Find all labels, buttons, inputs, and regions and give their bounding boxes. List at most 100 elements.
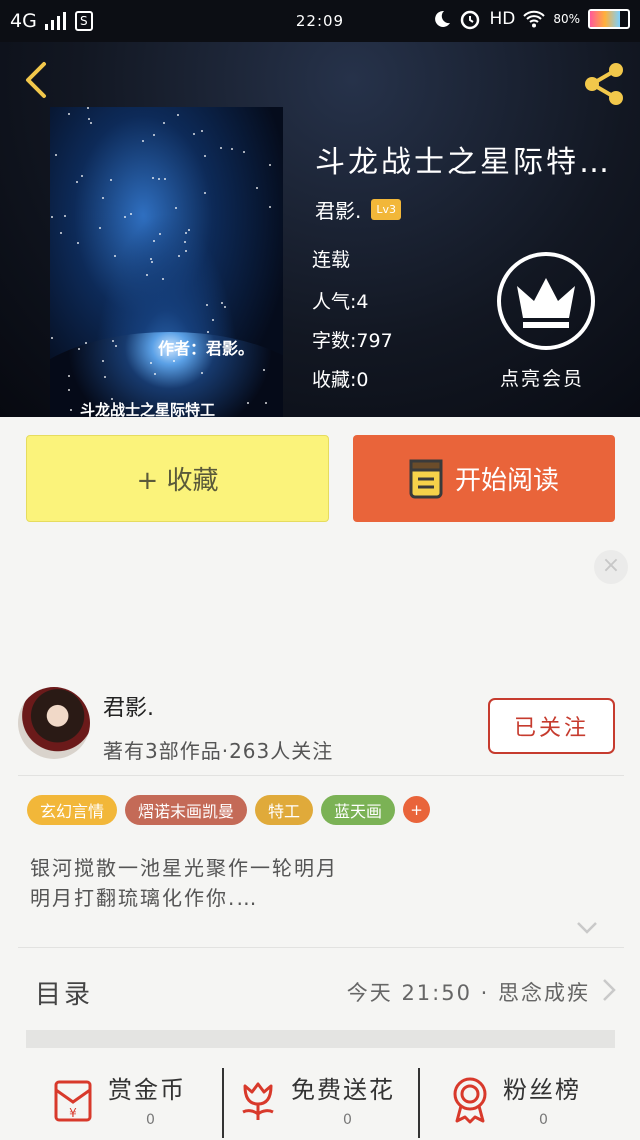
cover-star <box>78 348 80 350</box>
summary-line: 银河搅散一池星光聚作一轮明月 <box>30 856 338 880</box>
latest-chapter: 今天 21:50 · 思念成疾 <box>346 981 590 1005</box>
cover-star <box>89 407 91 409</box>
send-flower-button[interactable]: 免费送花 0 <box>233 1060 433 1140</box>
cover-star <box>153 240 155 242</box>
book-popularity: 人气:4 <box>312 291 369 313</box>
divider <box>18 947 624 948</box>
cover-star <box>221 302 223 304</box>
cover-star <box>112 340 114 342</box>
cover-star <box>247 402 249 404</box>
book-author[interactable]: 君影. <box>315 195 361 224</box>
catalog-row[interactable]: 目录 今天 21:50 · 思念成疾 <box>0 950 640 1030</box>
cover-star <box>68 375 70 377</box>
cover-star <box>90 122 92 124</box>
reward-coins-button[interactable]: ¥ 赏金币 0 <box>50 1060 250 1140</box>
cover-star <box>88 118 90 120</box>
cover-star <box>175 207 177 209</box>
red-envelope-icon: ¥ <box>54 1080 92 1122</box>
close-icon[interactable]: × <box>594 550 628 584</box>
tag-item[interactable]: 蓝天画 <box>321 795 396 825</box>
follow-button[interactable]: 已关注 <box>488 698 615 754</box>
cover-star <box>173 360 175 362</box>
cover-star <box>102 360 104 362</box>
book-summary[interactable]: 银河搅散一池星光聚作一轮明月 明月打翻琉璃化作你.… <box>30 853 590 913</box>
cover-star <box>51 337 53 339</box>
medal-icon <box>453 1077 487 1124</box>
book-word-count: 字数:797 <box>312 330 393 352</box>
cover-star <box>177 114 179 116</box>
book-author-row: 君影. Lv3 <box>315 195 401 224</box>
collect-button[interactable]: + 收藏 <box>26 435 329 522</box>
cover-star <box>153 134 155 136</box>
vip-label[interactable]: 点亮会员 <box>500 364 584 391</box>
cover-star <box>269 164 271 166</box>
cover-star <box>204 192 206 194</box>
book-favorites: 收藏:0 <box>312 369 369 391</box>
share-icon[interactable] <box>580 60 628 108</box>
cover-star <box>193 133 195 135</box>
battery-icon <box>588 9 630 29</box>
cover-star <box>70 409 72 411</box>
cover-star <box>178 255 180 257</box>
alarm-icon <box>461 10 480 30</box>
chevron-down-icon[interactable] <box>576 920 598 936</box>
cover-star <box>220 147 222 149</box>
tag-item[interactable]: 玄幻言情 <box>27 795 118 825</box>
start-reading-label: 开始阅读 <box>454 466 559 496</box>
cover-star <box>265 402 267 404</box>
author-name[interactable]: 君影. <box>103 690 154 722</box>
bottom-label: 粉丝榜 <box>503 1076 581 1104</box>
cover-star <box>124 216 126 218</box>
flower-icon <box>242 1082 274 1120</box>
bottom-bar: ¥ 赏金币 0 免费送花 0 粉丝榜 0 <box>0 1060 640 1140</box>
cover-star <box>204 155 206 157</box>
summary-line: 明月打翻琉璃化作你.… <box>30 886 259 910</box>
wifi-icon <box>523 10 546 28</box>
moon-icon <box>435 10 451 27</box>
cover-star <box>184 241 186 243</box>
hd-label: HD <box>489 9 516 29</box>
cover-star <box>64 215 66 217</box>
svg-text:¥: ¥ <box>69 1106 77 1120</box>
book-status: 连载 <box>312 249 351 271</box>
status-bar: 4G S 22:09 HD 80% <box>0 0 640 42</box>
more-tags-button[interactable]: + <box>403 796 431 823</box>
cover-star <box>201 372 203 374</box>
tag-item[interactable]: 特工 <box>255 795 314 825</box>
cover-star <box>130 213 132 215</box>
book-cover[interactable]: 作者：君影。 斗龙战士之星际特工 <box>50 107 283 417</box>
cover-star <box>162 278 164 280</box>
cover-star <box>185 250 187 252</box>
cover-title-text: 斗龙战士之星际特工 <box>80 401 216 417</box>
bottom-count: 0 <box>343 1112 352 1128</box>
cover-star <box>87 107 89 109</box>
cover-star <box>68 113 70 115</box>
section-separator <box>26 1030 615 1048</box>
cover-star <box>142 140 144 142</box>
divider <box>18 775 624 776</box>
cover-star <box>151 261 153 263</box>
bottom-label: 免费送花 <box>291 1076 395 1104</box>
battery-percent: 80% <box>553 12 580 26</box>
start-reading-button[interactable]: 开始阅读 <box>353 435 615 522</box>
back-icon[interactable] <box>18 60 58 100</box>
cover-star <box>150 258 152 260</box>
bottom-count: 0 <box>539 1112 548 1128</box>
cover-star <box>114 255 116 257</box>
catalog-label: 目录 <box>35 980 94 1010</box>
divider <box>222 1068 224 1138</box>
cover-star <box>243 151 245 153</box>
cover-star <box>68 389 70 391</box>
status-right: HD 80% <box>433 8 630 30</box>
author-stats: 著有3部作品·263人关注 <box>103 739 334 763</box>
book-icon <box>409 459 443 498</box>
cover-star <box>256 187 258 189</box>
vip-crown-button[interactable] <box>497 252 595 350</box>
tag-item[interactable]: 熠诺末画凯曼 <box>125 795 248 825</box>
cover-star <box>146 274 148 276</box>
cover-star <box>158 178 160 180</box>
cover-star <box>55 154 57 156</box>
cover-star <box>269 206 271 208</box>
fan-ranking-button[interactable]: 粉丝榜 0 <box>445 1060 640 1140</box>
author-avatar[interactable] <box>18 687 90 759</box>
